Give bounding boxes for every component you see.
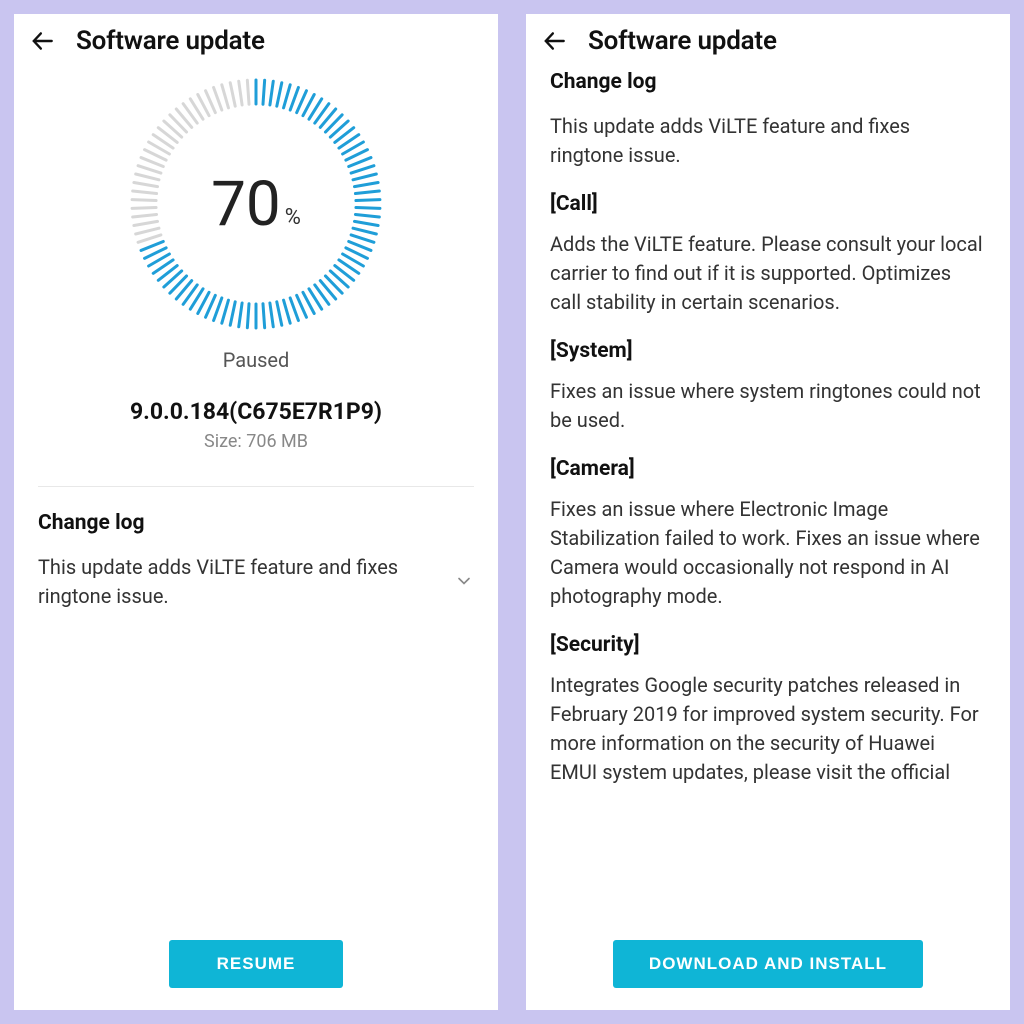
progress-section: 70% Paused 9.0.0.184(C675E7R1P9) Size: 7… xyxy=(38,74,474,452)
section-call: [Call] Adds the ViLTE feature. Please co… xyxy=(550,192,986,317)
resume-button[interactable]: RESUME xyxy=(169,940,344,988)
progress-percent: 70% xyxy=(126,74,386,334)
section-security: [Security] Integrates Google security pa… xyxy=(550,633,986,787)
topbar: Software update xyxy=(14,14,498,66)
section-body: Integrates Google security patches relea… xyxy=(550,671,986,787)
screen-software-update-progress: Software update 70% Paused 9.0.0.184(C67… xyxy=(14,14,498,1010)
back-icon[interactable] xyxy=(542,28,568,54)
divider xyxy=(38,486,474,487)
action-bar: RESUME xyxy=(14,924,498,1010)
changelog-summary: This update adds ViLTE feature and fixes… xyxy=(550,112,986,170)
download-install-button[interactable]: DOWNLOAD AND INSTALL xyxy=(613,940,923,988)
screen-software-update-changelog: Software update Change log This update a… xyxy=(526,14,1010,1010)
changelog-summary-row[interactable]: This update adds ViLTE feature and fixes… xyxy=(38,553,474,611)
content: 70% Paused 9.0.0.184(C675E7R1P9) Size: 7… xyxy=(14,66,498,924)
version-label: 9.0.0.184(C675E7R1P9) xyxy=(130,398,382,425)
progress-ring: 70% xyxy=(126,74,386,334)
section-heading: [Call] xyxy=(550,192,986,216)
chevron-down-icon xyxy=(454,571,474,595)
section-heading: [System] xyxy=(550,339,986,363)
section-heading: [Camera] xyxy=(550,457,986,481)
size-label: Size: 706 MB xyxy=(204,431,308,452)
section-camera: [Camera] Fixes an issue where Electronic… xyxy=(550,457,986,611)
changelog-summary: This update adds ViLTE feature and fixes… xyxy=(38,553,442,611)
back-icon[interactable] xyxy=(30,28,56,54)
progress-number: 70 xyxy=(211,168,281,241)
section-body: Fixes an issue where system ringtones co… xyxy=(550,377,986,435)
topbar: Software update xyxy=(526,14,1010,66)
changelog-heading: Change log xyxy=(550,70,986,94)
action-bar: DOWNLOAD AND INSTALL xyxy=(526,924,1010,1010)
changelog-content[interactable]: Change log This update adds ViLTE featur… xyxy=(526,66,1010,924)
section-heading: [Security] xyxy=(550,633,986,657)
percent-sign: % xyxy=(285,205,301,230)
changelog-heading: Change log xyxy=(38,511,474,535)
page-title: Software update xyxy=(588,26,777,56)
section-body: Adds the ViLTE feature. Please consult y… xyxy=(550,230,986,317)
progress-status: Paused xyxy=(223,348,290,372)
section-system: [System] Fixes an issue where system rin… xyxy=(550,339,986,435)
page-title: Software update xyxy=(76,26,265,56)
section-body: Fixes an issue where Electronic Image St… xyxy=(550,495,986,611)
